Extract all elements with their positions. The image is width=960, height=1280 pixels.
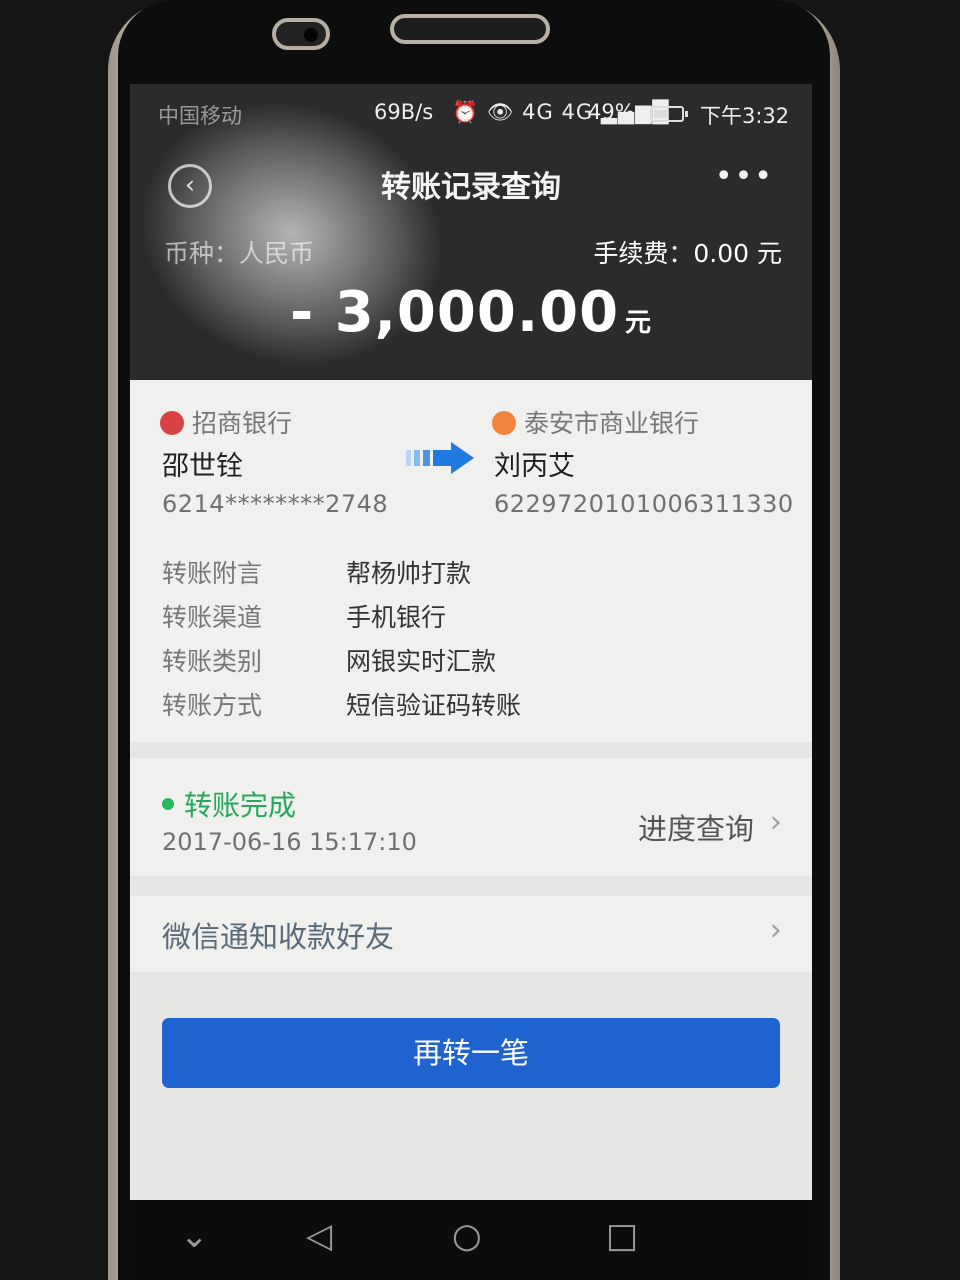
front-camera-icon bbox=[272, 18, 330, 50]
back-icon[interactable]: ◁ bbox=[306, 1216, 332, 1256]
android-navigation-bar: ⌄ ◁ ○ □ bbox=[130, 1200, 812, 1280]
top-bar: ‹ 转账记录查询 ••• bbox=[130, 154, 812, 214]
detail-label: 转账类别 bbox=[162, 647, 263, 676]
amount-value: - 3,000.00 bbox=[289, 280, 620, 345]
transfer-datetime: 2017-06-16 15:17:10 bbox=[162, 828, 417, 856]
earpiece-speaker bbox=[390, 14, 550, 44]
currency-label: 币种：人民币 bbox=[164, 239, 315, 268]
recipient-bank: 泰安市商业银行 bbox=[492, 404, 699, 440]
home-icon[interactable]: ○ bbox=[452, 1216, 482, 1256]
chevron-down-icon[interactable]: ⌄ bbox=[180, 1216, 209, 1256]
progress-query-link[interactable]: 进度查询 bbox=[638, 806, 754, 848]
wechat-notify-row[interactable]: 微信通知收款好友 › bbox=[130, 896, 812, 972]
sender-name: 邵世铨 bbox=[162, 451, 243, 482]
chevron-right-icon[interactable]: › bbox=[770, 912, 782, 948]
detail-label: 转账渠道 bbox=[162, 603, 263, 632]
cmb-bank-icon bbox=[160, 411, 184, 435]
recent-apps-icon[interactable]: □ bbox=[606, 1216, 638, 1256]
battery-percentage: 49% bbox=[588, 100, 635, 124]
detail-label: 转账附言 bbox=[162, 559, 263, 588]
battery-icon bbox=[650, 106, 688, 122]
recipient-bank-name: 泰安市商业银行 bbox=[524, 409, 700, 438]
page-title: 转账记录查询 bbox=[381, 170, 561, 205]
battery-level bbox=[654, 110, 667, 118]
android-status-bar: 中国移动 69B/s ⏰ 👁 4G 4G ▂▄▆█ 49% 下午3:32 bbox=[130, 98, 812, 138]
taian-bank-icon bbox=[492, 411, 516, 435]
detail-value: 网银实时汇款 bbox=[346, 647, 497, 676]
sender-bank: 招商银行 bbox=[160, 404, 292, 440]
status-time: 下午3:32 bbox=[700, 104, 790, 128]
amount-unit: 元 bbox=[625, 308, 653, 338]
chevron-right-icon[interactable]: › bbox=[770, 804, 782, 840]
transfer-fee: 手续费：0.00 元 bbox=[593, 239, 782, 268]
recipient-name: 刘丙艾 bbox=[494, 451, 575, 482]
transfer-summary-header: 中国移动 69B/s ⏰ 👁 4G 4G ▂▄▆█ 49% 下午3:32 ‹ 转… bbox=[130, 84, 812, 406]
detail-value: 短信验证码转账 bbox=[346, 691, 522, 720]
status-icons: ⏰ 👁 4G 4G ▂▄▆█ bbox=[452, 100, 670, 124]
sender-bank-name: 招商银行 bbox=[192, 409, 293, 438]
transfer-amount: - 3,000.00 元 bbox=[130, 280, 812, 345]
transfer-status-card: 转账完成 2017-06-16 15:17:10 进度查询 › bbox=[130, 758, 812, 876]
transfer-detail-card: 招商银行 泰安市商业银行 邵世铨 刘丙艾 6214********2748 62… bbox=[130, 380, 812, 742]
phone-screen: 中国移动 69B/s ⏰ 👁 4G 4G ▂▄▆█ 49% 下午3:32 ‹ 转… bbox=[130, 84, 812, 1200]
recipient-account: 6229720101006311330 bbox=[494, 490, 794, 518]
wechat-notify-label: 微信通知收款好友 bbox=[162, 920, 395, 954]
detail-value: 手机银行 bbox=[346, 603, 447, 632]
sender-account: 6214********2748 bbox=[162, 490, 389, 518]
detail-value: 帮杨帅打款 bbox=[346, 559, 472, 588]
carrier-label: 中国移动 bbox=[158, 104, 242, 128]
transfer-status: 转账完成 bbox=[184, 789, 297, 822]
transfer-again-button[interactable]: 再转一笔 bbox=[162, 1018, 780, 1088]
transfer-direction-arrow-icon bbox=[406, 442, 474, 474]
success-status-dot-icon bbox=[162, 798, 174, 810]
detail-label: 转账方式 bbox=[162, 691, 263, 720]
more-options-button[interactable]: ••• bbox=[715, 159, 774, 194]
network-speed: 69B/s bbox=[374, 100, 434, 124]
